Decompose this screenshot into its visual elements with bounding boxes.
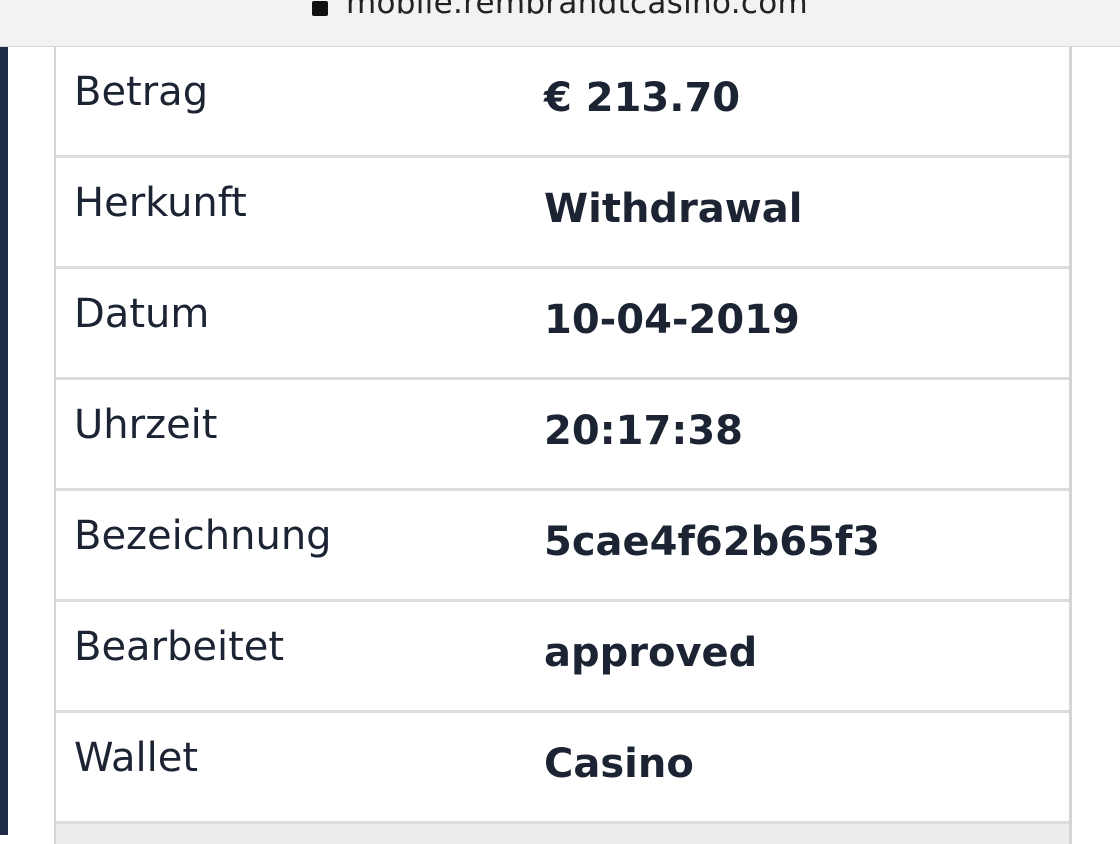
detail-row-date: Datum 10-04-2019	[56, 269, 1069, 380]
left-accent-bar	[0, 47, 8, 835]
lock-icon	[312, 0, 328, 16]
page-content: Betrag € 213.70 Herkunft Withdrawal Datu…	[0, 47, 1120, 844]
detail-row-time: Uhrzeit 20:17:38	[56, 380, 1069, 491]
row-label: Wallet	[74, 735, 199, 781]
detail-row-amount: Betrag € 213.70	[56, 47, 1069, 158]
detail-row-next-partial	[56, 824, 1069, 844]
row-label: Betrag	[74, 69, 209, 115]
row-value: € 213.70	[544, 75, 741, 121]
row-value: 20:17:38	[544, 408, 743, 454]
row-label: Herkunft	[74, 180, 247, 226]
row-value: approved	[544, 630, 758, 676]
url-field[interactable]: mobile.rembrandtcasino.com	[312, 0, 808, 21]
row-label: Datum	[74, 291, 210, 337]
browser-address-bar: mobile.rembrandtcasino.com	[0, 0, 1120, 47]
detail-row-origin: Herkunft Withdrawal	[56, 158, 1069, 269]
transaction-details-table: Betrag € 213.70 Herkunft Withdrawal Datu…	[54, 47, 1072, 844]
row-label: Bezeichnung	[74, 513, 332, 559]
row-value: 5cae4f62b65f3	[544, 519, 881, 565]
row-value: Casino	[544, 741, 694, 787]
detail-row-status: Bearbeitet approved	[56, 602, 1069, 713]
row-label: Uhrzeit	[74, 402, 218, 448]
row-value: 10-04-2019	[544, 297, 800, 343]
detail-row-reference: Bezeichnung 5cae4f62b65f3	[56, 491, 1069, 602]
row-label: Bearbeitet	[74, 624, 285, 670]
row-value: Withdrawal	[544, 186, 803, 232]
detail-row-wallet: Wallet Casino	[56, 713, 1069, 824]
url-text: mobile.rembrandtcasino.com	[346, 0, 808, 21]
